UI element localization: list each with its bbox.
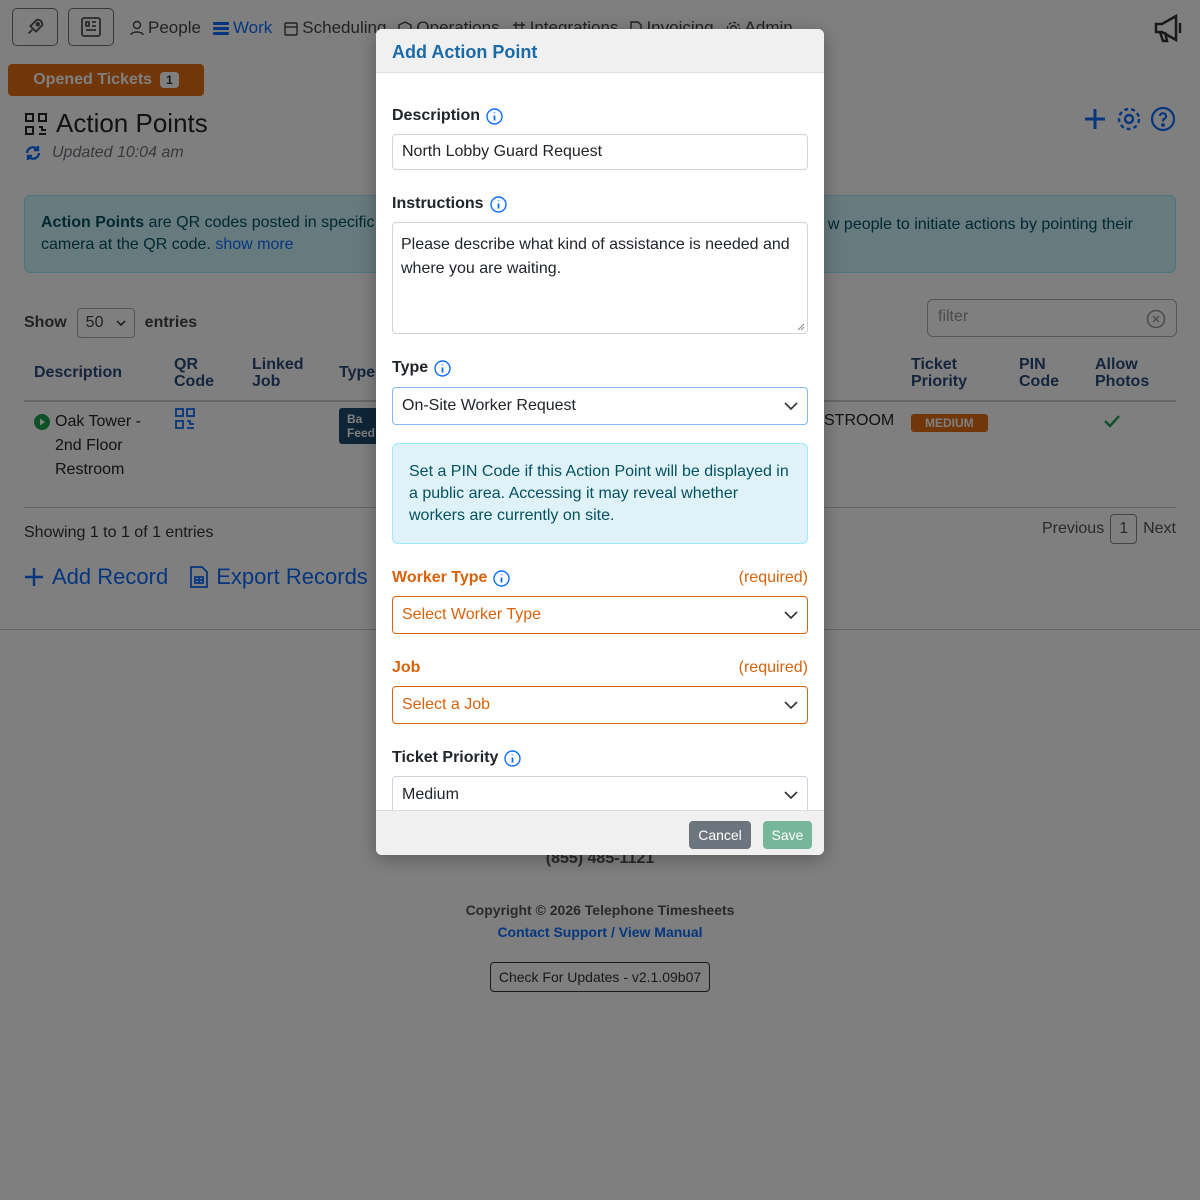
worker-type-select[interactable]: Select Worker Type <box>392 596 808 634</box>
ticket-priority-value: Medium <box>402 786 459 803</box>
chevron-down-icon <box>784 701 798 709</box>
worker-type-placeholder: Select Worker Type <box>402 606 542 623</box>
ticket-priority-label: Ticket Priority <box>392 749 522 767</box>
info-icon[interactable] <box>489 195 507 213</box>
instructions-value: Please describe what kind of assistance … <box>401 236 790 277</box>
info-icon[interactable] <box>504 749 522 767</box>
worker-type-label-text: Worker Type <box>392 569 488 586</box>
worker-type-label: Worker Type <box>392 569 511 587</box>
save-button[interactable]: Save <box>763 821 812 849</box>
description-label: Description <box>392 107 503 125</box>
instructions-label: Instructions <box>392 195 507 213</box>
job-label: Job <box>392 659 420 677</box>
chevron-down-icon <box>784 611 798 619</box>
instructions-textarea[interactable]: Please describe what kind of assistance … <box>392 222 808 334</box>
type-label-text: Type <box>392 359 429 376</box>
resize-handle-icon[interactable] <box>797 323 805 331</box>
job-label-text: Job <box>392 659 421 676</box>
cancel-button[interactable]: Cancel <box>689 821 751 849</box>
chevron-down-icon <box>784 791 798 799</box>
info-icon[interactable] <box>486 107 503 125</box>
ticket-priority-select[interactable]: Medium <box>392 776 808 814</box>
info-icon[interactable] <box>434 359 451 377</box>
ticket-priority-label-text: Ticket Priority <box>392 749 499 766</box>
modal-title: Add Action Point <box>376 29 824 73</box>
add-action-point-modal: Add Action Point Description North Lobby… <box>376 29 824 855</box>
description-input[interactable]: North Lobby Guard Request <box>392 134 808 170</box>
instructions-label-text: Instructions <box>392 195 484 212</box>
chevron-down-icon <box>784 402 798 410</box>
info-icon[interactable] <box>493 569 511 587</box>
job-select[interactable]: Select a Job <box>392 686 808 724</box>
job-placeholder: Select a Job <box>402 696 491 713</box>
type-select[interactable]: On-Site Worker Request <box>392 387 808 425</box>
type-label: Type <box>392 359 451 377</box>
description-label-text: Description <box>392 107 481 124</box>
type-value: On-Site Worker Request <box>402 397 576 414</box>
worker-type-required: (required) <box>738 569 808 586</box>
description-value: North Lobby Guard Request <box>402 143 603 160</box>
modal-footer: Cancel Save <box>376 810 824 855</box>
pin-code-note: Set a PIN Code if this Action Point will… <box>392 443 808 544</box>
job-required: (required) <box>738 659 808 676</box>
